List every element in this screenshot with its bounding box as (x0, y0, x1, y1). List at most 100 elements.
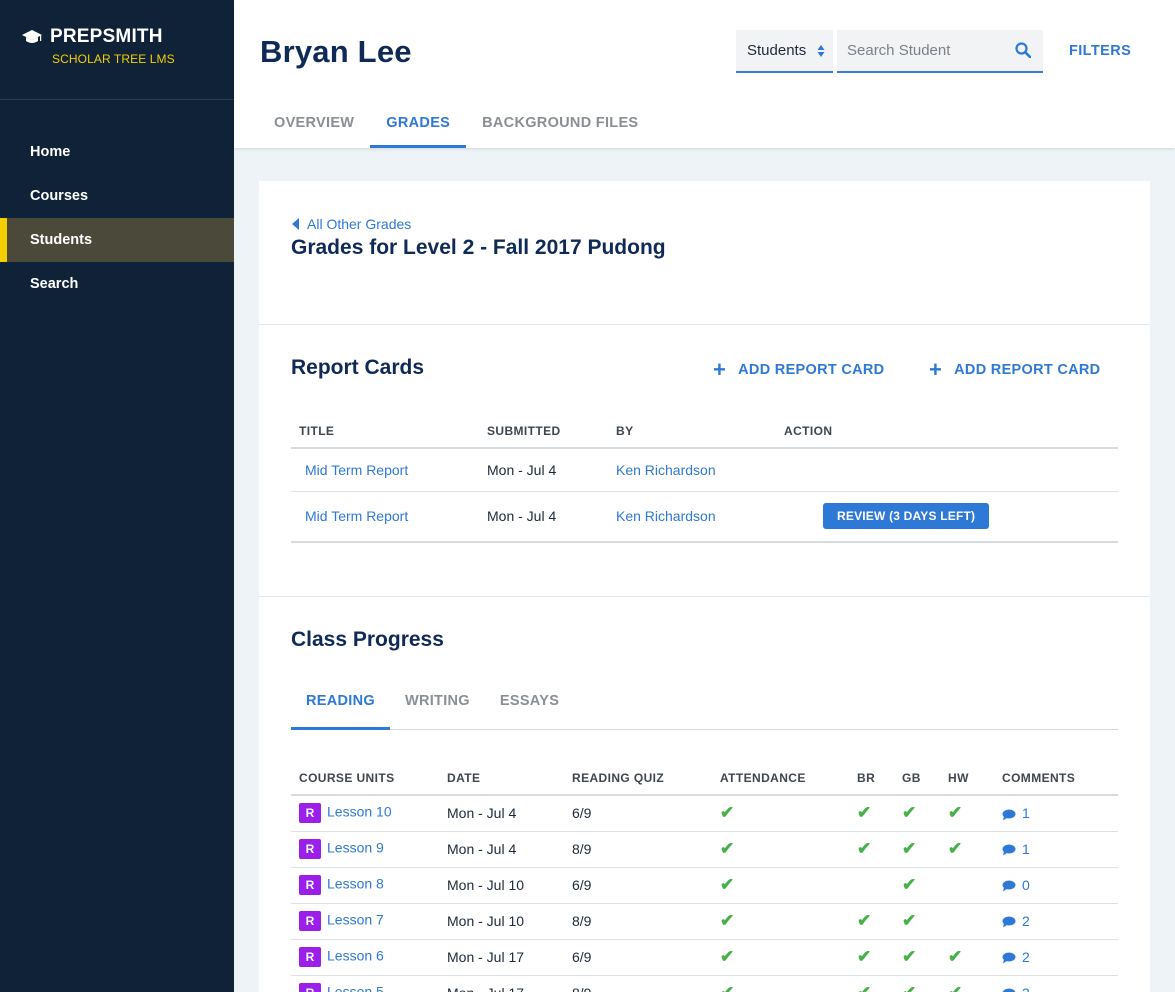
page-header: Bryan Lee Students FILTERS OVERVIEW GRAD… (234, 0, 1175, 148)
filters-button[interactable]: FILTERS (1069, 43, 1131, 59)
class-progress-rows: R Lesson 10 Mon - Jul 4 6/9 ✔ ✔ ✔ ✔ 1 R Lesson 9 Mo… (291, 795, 1118, 992)
plus-icon: + (713, 357, 727, 382)
add-report-card-button-2[interactable]: + ADD REPORT CARD (929, 359, 1100, 381)
table-row: Mid Term Report Mon - Jul 4 Ken Richards… (291, 491, 1118, 543)
back-link[interactable]: All Other Grades (292, 216, 411, 232)
br-cell: ✔ (849, 903, 894, 940)
attendance-cell: ✔ (712, 939, 849, 976)
course-unit-cell: R Lesson 5 (291, 975, 439, 992)
comments-cell[interactable]: 1 (994, 831, 1118, 868)
reading-badge: R (299, 911, 321, 931)
comments-cell[interactable]: 2 (994, 903, 1118, 940)
course-unit-cell: R Lesson 10 (291, 795, 439, 832)
column-header-by: BY (608, 414, 776, 449)
reading-quiz-score: 8/9 (564, 975, 712, 992)
review-button[interactable]: REVIEW (3 DAYS LEFT) (823, 503, 990, 530)
tab-essays[interactable]: ESSAYS (485, 686, 574, 730)
column-header-attendance: ATTENDANCE (712, 761, 849, 796)
column-header-action: ACTION (776, 414, 1118, 449)
add-report-card-label: ADD REPORT CARD (954, 362, 1101, 378)
lesson-link[interactable]: Lesson 10 (327, 804, 392, 820)
checkmark-icon: ✔ (902, 803, 917, 823)
lesson-date: Mon - Jul 17 (439, 939, 564, 976)
report-author-link[interactable]: Ken Richardson (616, 462, 716, 478)
checkmark-icon: ✔ (720, 983, 734, 992)
checkmark-icon: ✔ (720, 803, 735, 823)
comments-count: 3 (1022, 985, 1030, 992)
comments-cell[interactable]: 2 (994, 939, 1118, 976)
table-row: R Lesson 5 Mon - Jul 178/9 ✔ ✔ ✔ ✔ 3 (291, 975, 1118, 992)
course-unit-cell: R Lesson 9 (291, 831, 439, 868)
tab-reading[interactable]: READING (291, 686, 390, 730)
page-title: Bryan Lee (260, 34, 412, 69)
lesson-link[interactable]: Lesson 6 (327, 948, 384, 964)
gb-cell: ✔ (894, 831, 940, 868)
sidebar-item-home[interactable]: Home (0, 130, 234, 174)
brand: PREPSMITH SCHOLAR TREE LMS (0, 0, 234, 100)
comments-count: 1 (1022, 805, 1030, 822)
lesson-date: Mon - Jul 4 (439, 795, 564, 832)
search-input[interactable] (837, 30, 997, 70)
reading-quiz-score: 6/9 (564, 867, 712, 904)
sidebar-item-students[interactable]: Students (0, 218, 234, 262)
entity-select[interactable]: Students (736, 30, 833, 73)
reading-quiz-score: 8/9 (564, 831, 712, 868)
gb-cell: ✔ (894, 795, 940, 832)
comments-cell[interactable]: 1 (994, 795, 1118, 832)
tab-overview[interactable]: OVERVIEW (258, 106, 370, 148)
tab-writing[interactable]: WRITING (390, 686, 485, 730)
tab-grades[interactable]: GRADES (370, 106, 467, 148)
comment-icon (1002, 844, 1016, 856)
table-row: Mid Term Report Mon - Jul 4 Ken Richards… (291, 448, 1118, 492)
table-header-row: TITLE SUBMITTED BY ACTION (291, 414, 1118, 449)
report-submitted: Mon - Jul 4 (479, 448, 608, 492)
lesson-link[interactable]: Lesson 8 (327, 876, 384, 892)
lesson-date: Mon - Jul 4 (439, 831, 564, 868)
tab-background-files[interactable]: BACKGROUND FILES (466, 106, 654, 148)
sidebar: PREPSMITH SCHOLAR TREE LMS Home Courses … (0, 0, 234, 992)
checkmark-icon: ✔ (948, 839, 963, 858)
report-title-link[interactable]: Mid Term Report (305, 462, 408, 478)
comments-count: 2 (1022, 949, 1030, 965)
checkmark-icon: ✔ (857, 803, 872, 823)
hw-cell: ✔ (940, 795, 994, 832)
table-row: R Lesson 10 Mon - Jul 4 6/9 ✔ ✔ ✔ ✔ 1 (291, 795, 1118, 832)
column-header-reading-quiz: READING QUIZ (564, 761, 712, 796)
br-cell: ✔ (849, 831, 894, 868)
hw-cell: ✔ (940, 831, 994, 868)
search-icon[interactable] (1015, 42, 1031, 58)
column-header-comments: COMMENTS (994, 761, 1118, 796)
lesson-date: Mon - Jul 17 (439, 975, 564, 992)
reading-badge: R (299, 947, 321, 967)
sidebar-item-courses[interactable]: Courses (0, 174, 234, 218)
br-cell: ✔ (849, 939, 894, 976)
hw-cell: ✔ (940, 939, 994, 976)
attendance-cell: ✔ (712, 795, 849, 832)
course-unit-cell: R Lesson 7 (291, 903, 439, 940)
reading-badge: R (299, 875, 321, 895)
checkmark-icon: ✔ (902, 839, 917, 858)
checkmark-icon: ✔ (948, 983, 962, 992)
attendance-cell: ✔ (712, 831, 849, 868)
lesson-link[interactable]: Lesson 5 (327, 984, 384, 992)
table-row: R Lesson 9 Mon - Jul 4 8/9 ✔ ✔ ✔ ✔ 1 (291, 831, 1118, 868)
reading-badge: R (299, 983, 321, 992)
reading-quiz-score: 6/9 (564, 939, 712, 976)
comments-cell[interactable]: 3 (994, 975, 1118, 992)
add-report-card-label: ADD REPORT CARD (738, 362, 885, 378)
lesson-link[interactable]: Lesson 9 (327, 840, 384, 856)
add-report-card-button[interactable]: + ADD REPORT CARD (713, 359, 884, 381)
comments-count: 0 (1022, 877, 1030, 893)
reading-quiz-score: 8/9 (564, 903, 712, 940)
report-action (776, 448, 1118, 492)
comments-cell[interactable]: 0 (994, 867, 1118, 904)
report-author-link[interactable]: Ken Richardson (616, 508, 716, 524)
lesson-link[interactable]: Lesson 7 (327, 912, 384, 928)
report-title-link[interactable]: Mid Term Report (305, 508, 408, 524)
report-cards-heading: Report Cards (291, 356, 425, 379)
sidebar-item-search[interactable]: Search (0, 262, 234, 306)
class-progress-tabs: READING WRITING ESSAYS (291, 686, 1118, 730)
gb-cell: ✔ (894, 903, 940, 940)
comment-icon (1002, 809, 1016, 821)
table-row: R Lesson 7 Mon - Jul 10 8/9 ✔ ✔ ✔ 2 (291, 903, 1118, 940)
